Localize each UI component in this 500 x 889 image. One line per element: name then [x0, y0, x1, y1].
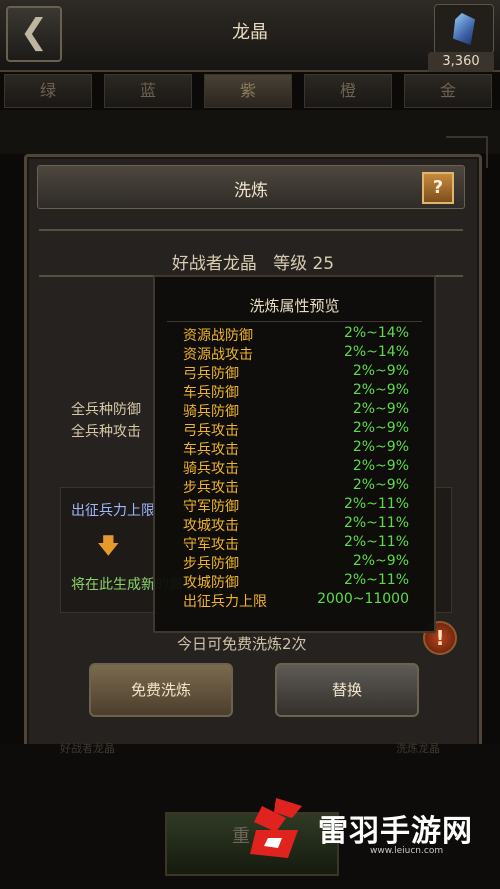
new-attribute-caption: 出征兵力上限 [71, 503, 155, 519]
attribute-name: 骑兵攻击 [183, 461, 239, 477]
attribute-range: 2000~11000 [317, 591, 409, 607]
attribute-name: 弓兵攻击 [183, 423, 239, 439]
dialog-header: 洗炼 ? [37, 165, 465, 209]
refine-preview-popup: 洗炼属性预览 资源战防御 2%~14% 资源战攻击 2%~14% 弓兵防御 2%~9%… [153, 275, 436, 633]
preview-row: 资源战攻击 2%~14% [183, 344, 409, 363]
attribute-range: 2%~11% [343, 496, 409, 512]
attribute-name: 资源战攻击 [183, 347, 253, 363]
page-title: 龙晶 [232, 22, 268, 43]
top-bar: ❮ 龙晶 3,360 [0, 0, 500, 72]
free-refine-button[interactable]: 免费洗炼 [89, 663, 233, 717]
attribute-range: 2%~14% [343, 325, 409, 341]
crystal-level: 等级 25 [273, 254, 335, 274]
preview-row: 骑兵防御 2%~9% [183, 401, 409, 420]
attribute-range: 2%~11% [343, 572, 409, 588]
attribute-name: 守军防御 [183, 499, 239, 515]
quality-tabs: 绿 蓝 紫 橙 金 [0, 74, 500, 108]
attribute-range: 2%~11% [343, 515, 409, 531]
preview-row: 弓兵攻击 2%~9% [183, 420, 409, 439]
preview-row: 骑兵攻击 2%~9% [183, 458, 409, 477]
brand-logo-icon [250, 798, 302, 858]
preview-row: 守军防御 2%~11% [183, 496, 409, 515]
attribute-name: 车兵攻击 [183, 442, 239, 458]
attribute-range: 2%~14% [343, 344, 409, 360]
tab-orange[interactable]: 橙 [304, 74, 392, 108]
attribute-range: 2%~9% [352, 363, 409, 379]
preview-row: 守军攻击 2%~11% [183, 534, 409, 553]
tab-gold[interactable]: 金 [404, 74, 492, 108]
preview-row: 车兵防御 2%~9% [183, 382, 409, 401]
attribute-range: 2%~9% [352, 458, 409, 474]
ghost-label-right: 洗炼龙晶 [396, 742, 440, 755]
preview-title: 洗炼属性预览 [249, 297, 340, 315]
attribute-range: 2%~9% [352, 439, 409, 455]
tab-green[interactable]: 绿 [4, 74, 92, 108]
preview-row: 资源战防御 2%~14% [183, 325, 409, 344]
replace-button[interactable]: 替换 [275, 663, 419, 717]
crystal-count: 3,360 [428, 52, 494, 72]
attribute-range: 2%~9% [352, 477, 409, 493]
preview-row: 出征兵力上限 2000~11000 [183, 591, 409, 610]
preview-row: 攻城攻击 2%~11% [183, 515, 409, 534]
attribute-name: 资源战防御 [183, 328, 253, 344]
stat-all-defense: 全兵种防御 [71, 402, 141, 418]
attribute-name: 车兵防御 [183, 385, 239, 401]
preview-row: 步兵防御 2%~9% [183, 553, 409, 572]
background-row [0, 110, 500, 154]
attribute-name: 弓兵防御 [183, 366, 239, 382]
help-button[interactable]: ? [422, 172, 454, 204]
preview-row: 步兵攻击 2%~9% [183, 477, 409, 496]
crystal-icon [453, 13, 475, 45]
dialog-title: 洗炼 [234, 181, 268, 201]
tab-blue[interactable]: 蓝 [104, 74, 192, 108]
attribute-name: 出征兵力上限 [183, 594, 267, 610]
preview-row: 车兵攻击 2%~9% [183, 439, 409, 458]
attribute-name: 攻城防御 [183, 575, 239, 591]
attribute-range: 2%~9% [352, 553, 409, 569]
crystal-currency-button[interactable] [434, 4, 494, 54]
brand-name: 雷羽手游网 [318, 814, 473, 849]
crystal-name-level: 好战者龙晶 等级 25 [27, 249, 479, 274]
attribute-name: 骑兵防御 [183, 404, 239, 420]
ghost-label-left: 好战者龙晶 [60, 742, 115, 755]
attribute-range: 2%~11% [343, 534, 409, 550]
preview-row: 弓兵防御 2%~9% [183, 363, 409, 382]
attribute-range: 2%~9% [352, 382, 409, 398]
attribute-name: 守军攻击 [183, 537, 239, 553]
free-refine-count: 今日可免费洗炼2次 [177, 635, 307, 653]
attribute-name: 步兵防御 [183, 556, 239, 572]
attribute-range: 2%~9% [352, 420, 409, 436]
crystal-name: 好战者龙晶 [171, 254, 257, 274]
preview-row: 攻城防御 2%~11% [183, 572, 409, 591]
attribute-range: 2%~9% [352, 401, 409, 417]
tab-purple[interactable]: 紫 [204, 74, 292, 108]
brand-url: www.leiucn.com [370, 846, 444, 856]
arrow-down-icon: 🡇 [97, 534, 120, 559]
attribute-name: 攻城攻击 [183, 518, 239, 534]
preview-divider [167, 321, 422, 322]
stat-all-attack: 全兵种攻击 [71, 424, 141, 440]
attribute-name: 步兵攻击 [183, 480, 239, 496]
ghost-labels: 好战者龙晶 洗炼龙晶 [60, 740, 440, 756]
